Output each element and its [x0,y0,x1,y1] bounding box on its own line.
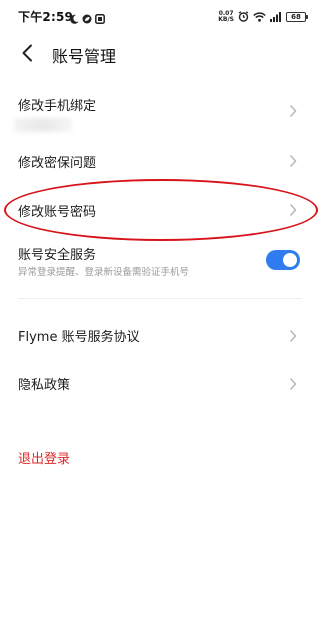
moon-icon [70,9,79,28]
status-bar: 下午2:59 0.07 KB/S 68 [0,0,320,30]
chevron-right-icon [289,203,297,217]
back-arrow-icon [22,44,32,62]
app-header: 账号管理 [0,36,320,70]
row-privacy-policy[interactable]: 隐私政策 [0,366,320,402]
row-change-phone-label: 修改手机绑定 [18,99,97,114]
logout-button[interactable]: 退出登录 [18,448,70,467]
row-account-security-label: 账号安全服务 [18,248,97,263]
chevron-right-icon [289,329,297,343]
status-right-icons: 0.07 KB/S 68 [218,7,308,26]
row-service-agreement[interactable]: Flyme 账号服务协议 [0,318,320,354]
row-service-agreement-label: Flyme 账号服务协议 [18,330,140,345]
bottom-safe-area [0,616,320,640]
signal-icon [270,7,282,26]
chevron-right-icon [289,377,297,391]
row-privacy-policy-label: 隐私政策 [18,378,71,393]
account-security-toggle[interactable] [266,250,300,270]
toggle-knob [283,253,297,267]
section-divider [18,298,302,299]
net-speed-unit: KB/S [218,15,234,23]
back-button[interactable] [14,40,40,66]
net-speed: 0.07 KB/S [218,10,234,23]
wifi-icon [253,7,266,26]
status-left-icons [70,9,105,28]
masked-phone-number [14,118,72,132]
page-title: 账号管理 [52,47,117,66]
alarm-icon [238,7,249,26]
chevron-right-icon [289,104,297,118]
notification-icon [95,9,105,28]
battery-indicator: 68 [286,11,308,22]
status-time: 下午2:59 [18,10,74,24]
row-change-password[interactable]: 修改账号密码 [0,192,320,228]
row-change-password-label: 修改账号密码 [18,205,97,220]
screen: 下午2:59 0.07 KB/S 68 账号管理 修改手机绑定 修改密保问题 修… [0,0,320,640]
leaf-icon [82,9,92,28]
row-security-question-label: 修改密保问题 [18,156,97,171]
row-account-security-subtitle: 异常登录提醒、登录新设备需验证手机号 [18,267,190,278]
row-security-question[interactable]: 修改密保问题 [0,143,320,179]
chevron-right-icon [289,154,297,168]
